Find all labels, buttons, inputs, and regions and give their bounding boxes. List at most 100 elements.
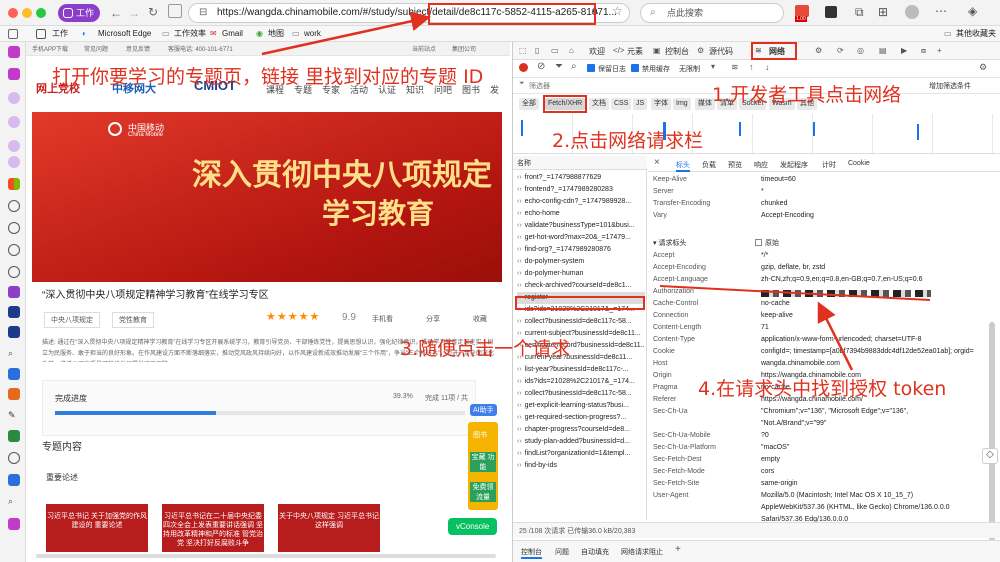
request-row[interactable]: ‹› chapter-progress?courseId=de8... bbox=[517, 424, 645, 436]
sidebar-tab-icon[interactable] bbox=[8, 92, 20, 104]
microsoft-icon[interactable] bbox=[8, 178, 20, 190]
screenshot-extension-icon[interactable] bbox=[825, 6, 837, 18]
feedback-link[interactable]: 意见反馈 bbox=[126, 44, 150, 53]
workspace-button[interactable]: 工作 bbox=[58, 4, 100, 22]
sidebar-tab-icon[interactable] bbox=[8, 286, 20, 298]
throttling-select[interactable]: 无限制 bbox=[679, 64, 700, 74]
search-icon[interactable]: ⌕ bbox=[571, 61, 577, 72]
request-row[interactable]: ‹› echo-config-cdn?_=1747989928... bbox=[517, 196, 645, 208]
close-window-icon[interactable] bbox=[8, 8, 18, 18]
sidebar-tab-icon[interactable] bbox=[8, 326, 20, 338]
upload-icon[interactable]: ↑ bbox=[749, 62, 754, 72]
drawer-icon[interactable]: ▭ bbox=[551, 46, 559, 55]
globe-icon[interactable] bbox=[8, 200, 20, 212]
close-icon[interactable]: × bbox=[654, 157, 660, 168]
filter-all[interactable]: 全部 bbox=[519, 98, 539, 110]
sidebar-tab-icon[interactable] bbox=[8, 140, 20, 152]
detail-tab-initiator[interactable]: 发起程序 bbox=[780, 160, 808, 170]
horizontal-scrollbar[interactable] bbox=[36, 554, 496, 558]
name-column-header[interactable]: 名称 bbox=[513, 156, 647, 170]
treasure-side-button[interactable]: 宝藏 功能 bbox=[470, 452, 496, 472]
download-icon[interactable]: ↓ bbox=[765, 62, 770, 72]
request-headers-title[interactable]: ▾ 请求标头 bbox=[653, 238, 686, 248]
ai-assistant-button[interactable]: AI助手 bbox=[470, 404, 497, 416]
nav-more[interactable]: 发 bbox=[490, 83, 499, 96]
sidebar-tab-icon[interactable] bbox=[8, 68, 20, 80]
vconsole-button[interactable]: vConsole bbox=[448, 518, 498, 535]
sidebar-tab-icon[interactable] bbox=[8, 306, 20, 318]
request-row[interactable]: ‹› collect?businessId=de8c117c-58... bbox=[517, 388, 645, 400]
tag-chip[interactable]: 中央八项规定 bbox=[44, 312, 100, 328]
tab-icon[interactable] bbox=[168, 4, 182, 18]
devtools-tab-elements[interactable]: 元素 bbox=[627, 46, 643, 57]
settings-gear-icon[interactable]: ⚙ bbox=[815, 46, 822, 55]
memory-icon[interactable]: ◎ bbox=[857, 46, 864, 55]
tag-chip[interactable]: 党性教育 bbox=[112, 312, 154, 328]
sidebar-toggle-icon[interactable] bbox=[8, 29, 18, 39]
filter-img[interactable]: Img bbox=[673, 98, 691, 110]
request-row[interactable]: ‹› find-by-ids bbox=[517, 460, 645, 472]
globe-icon[interactable] bbox=[8, 244, 20, 256]
sidebar-tab-icon[interactable] bbox=[8, 474, 20, 486]
content-card[interactable]: 习近平总书记 关于加强党的作风建设的 重要论述 bbox=[46, 504, 148, 552]
search-box[interactable]: ⌕ 点此搜索 bbox=[640, 3, 784, 23]
site-info-icon[interactable]: ⊟ bbox=[199, 4, 207, 22]
request-row[interactable]: ‹› get-hot-word?max=20&_=17479... bbox=[517, 232, 645, 244]
drawer-tab-autofill[interactable]: 自动填充 bbox=[581, 547, 609, 557]
content-card[interactable]: 关于中央八项规定 习近平总书记这样强调 bbox=[278, 504, 380, 552]
request-row[interactable]: ‹› get-explicit-learning-status?busi... bbox=[517, 400, 645, 412]
detail-tab-payload[interactable]: 负载 bbox=[702, 160, 716, 170]
globe-icon[interactable] bbox=[8, 266, 20, 278]
settings-gear-icon[interactable]: ⚙ bbox=[979, 62, 987, 73]
bookmark-efficiency[interactable]: 工作效率 bbox=[174, 28, 206, 40]
pen-icon[interactable]: ✎ bbox=[8, 410, 20, 422]
disable-cache-checkbox[interactable] bbox=[631, 64, 639, 72]
app-download-link[interactable]: 手机APP下载 bbox=[32, 44, 68, 53]
inspect-icon[interactable]: ⬚ bbox=[519, 46, 527, 55]
detail-scrollbar[interactable] bbox=[989, 322, 995, 542]
share-button[interactable]: 分享 bbox=[426, 314, 440, 324]
filter-css[interactable]: CSS bbox=[611, 98, 632, 110]
avatar-icon[interactable] bbox=[8, 452, 20, 464]
preserve-log-checkbox[interactable] bbox=[587, 64, 595, 72]
favorite-button[interactable]: 收藏 bbox=[473, 314, 487, 324]
more-filters-select[interactable]: 增加筛选条件 bbox=[929, 81, 971, 91]
filter-doc[interactable]: 文档 bbox=[589, 98, 609, 110]
devtools-tab-console[interactable]: 控制台 bbox=[665, 46, 689, 57]
record-icon[interactable] bbox=[519, 63, 528, 72]
application-icon[interactable]: ▤ bbox=[879, 46, 887, 55]
sidebar-tab-icon[interactable] bbox=[8, 46, 20, 58]
filter-font[interactable]: 字体 bbox=[651, 98, 671, 110]
performance-icon[interactable]: ⟳ bbox=[837, 46, 844, 55]
detail-tab-headers[interactable]: 标头 bbox=[676, 160, 690, 172]
favorite-star-icon[interactable]: ☆ bbox=[612, 4, 623, 18]
filter-icon[interactable]: ⏷ bbox=[555, 61, 563, 72]
layers-icon[interactable]: ⧈ bbox=[921, 46, 926, 56]
content-card[interactable]: 习近平总书记在二十届中央纪委 四次全会上发表重要讲话强调 坚持用改革精神和严的标… bbox=[162, 504, 264, 552]
bookmark-maps[interactable]: 地图 bbox=[268, 28, 284, 40]
detail-tab-response[interactable]: 响应 bbox=[754, 160, 768, 170]
search-icon[interactable]: ⌕ bbox=[8, 496, 20, 508]
floating-assistant-icon[interactable]: ◇ bbox=[982, 448, 998, 464]
forward-icon[interactable]: → bbox=[128, 6, 140, 20]
request-row[interactable]: ‹› echo-home bbox=[517, 208, 645, 220]
more-menu-icon[interactable]: ⋯ bbox=[935, 4, 947, 18]
detail-tab-cookie[interactable]: Cookie bbox=[848, 160, 870, 167]
extensions-icon[interactable]: ⧉ bbox=[855, 5, 864, 20]
refresh-icon[interactable]: ↻ bbox=[148, 5, 158, 19]
request-row[interactable]: ‹› findList?organizationId=1&templ... bbox=[517, 448, 645, 460]
globe-icon[interactable] bbox=[8, 222, 20, 234]
tab-actions-icon[interactable] bbox=[36, 29, 46, 39]
filter-js[interactable]: JS bbox=[633, 98, 648, 110]
back-icon[interactable]: ← bbox=[110, 6, 122, 20]
sidebar-tab-icon[interactable] bbox=[8, 156, 20, 168]
request-row[interactable]: ‹› list-year?businessId=de8c117c-... bbox=[517, 364, 645, 376]
books-side-button[interactable]: 图书 bbox=[473, 430, 487, 440]
mobile-view-button[interactable]: 手机看 bbox=[372, 314, 393, 324]
play-icon[interactable]: ▶ bbox=[901, 46, 907, 55]
workspace-tab[interactable]: 工作 bbox=[52, 28, 68, 40]
request-row[interactable]: ‹› front?_=1747988877629 bbox=[517, 172, 645, 184]
search-icon[interactable]: ⌕ bbox=[8, 348, 20, 360]
collections-icon[interactable]: ⊞ bbox=[878, 5, 888, 19]
devtools-tab-welcome[interactable]: 欢迎 bbox=[589, 46, 605, 57]
